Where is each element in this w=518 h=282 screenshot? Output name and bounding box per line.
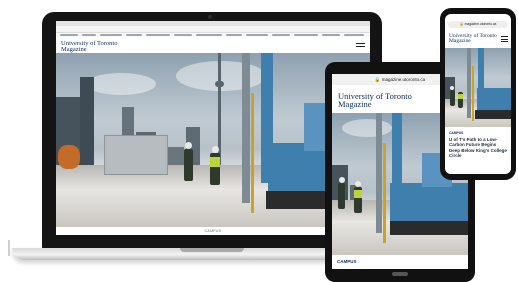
tablet-section-label[interactable]: CAMPUS (332, 255, 468, 269)
menu-icon[interactable] (356, 43, 365, 50)
phone-hero-photo (445, 48, 511, 127)
phone-site-header: University of Toronto Magazine (445, 29, 511, 48)
photo-caption: CAMPUS (56, 227, 370, 235)
site-logo[interactable]: University of Toronto Magazine (61, 40, 117, 53)
tablet-site-logo[interactable]: University of Toronto Magazine (338, 92, 412, 109)
lock-icon: 🔒 (374, 77, 381, 82)
laptop-screen: University of Toronto Magazine CAMPUS (56, 21, 370, 235)
menu-icon[interactable] (501, 36, 508, 43)
article-kicker: CAMPUS (449, 131, 464, 135)
site-header: University of Toronto Magazine (56, 38, 370, 53)
article-title[interactable]: U of T's Path to a Low-Carbon Future Beg… (449, 137, 507, 158)
laptop-hinge-notch (180, 248, 244, 252)
phone-article-card[interactable]: CAMPUS U of T's Path to a Low-Carbon Fut… (445, 127, 511, 174)
phone-status-bar (445, 14, 511, 21)
phone-screen: 🔒 magazine.utoronto.ca University of Tor… (445, 14, 511, 174)
phone-site-logo[interactable]: University of Toronto Magazine (449, 33, 497, 44)
phone-address-bar[interactable]: 🔒 magazine.utoronto.ca (448, 21, 508, 28)
laptop-camera-icon (208, 15, 212, 19)
hero-photo (56, 53, 370, 227)
browser-address-bar[interactable] (56, 26, 370, 33)
bookmarks-bar (56, 33, 370, 37)
phone-notch (466, 9, 490, 13)
laptop-edge (8, 240, 10, 256)
tablet-home-button[interactable] (392, 272, 408, 276)
lock-icon: 🔒 (459, 22, 464, 26)
